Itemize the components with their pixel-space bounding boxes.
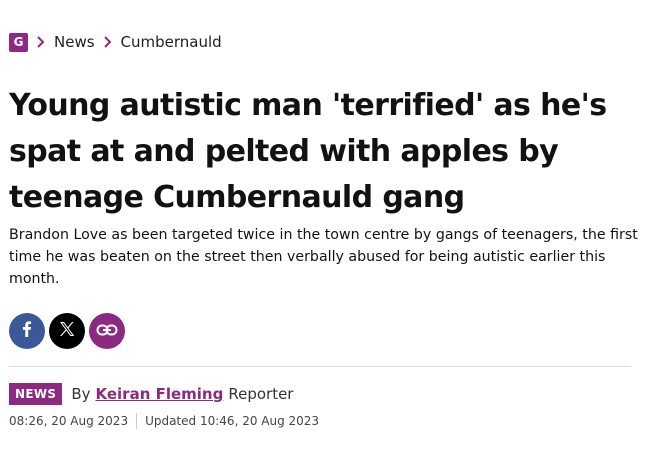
site-logo-letter: G xyxy=(13,35,24,49)
share-buttons xyxy=(9,313,125,349)
author-role: Reporter xyxy=(228,385,294,403)
copy-link-button[interactable] xyxy=(89,313,125,349)
site-logo[interactable]: G xyxy=(9,32,28,52)
article-dates: 08:26, 20 Aug 2023 Updated 10:46, 20 Aug… xyxy=(9,412,319,430)
share-facebook-button[interactable] xyxy=(9,313,45,349)
chevron-right-icon xyxy=(32,33,50,51)
share-x-button[interactable] xyxy=(49,313,85,349)
category-badge[interactable]: NEWS xyxy=(9,383,63,405)
published-date: 08:26, 20 Aug 2023 xyxy=(9,414,129,428)
byline-by-label: By xyxy=(71,385,91,403)
x-icon xyxy=(57,319,77,343)
breadcrumb-cumbernauld-link[interactable]: Cumbernauld xyxy=(121,33,222,51)
byline: NEWS By Keiran Fleming Reporter xyxy=(9,382,293,406)
date-separator xyxy=(136,413,138,429)
divider xyxy=(9,366,631,367)
article-standfirst: Brandon Love as been targeted twice in t… xyxy=(9,227,638,287)
article-page: G News Cumbernauld Young autistic man 't… xyxy=(0,0,646,453)
article-headline: Young autistic man 'terrified' as he's s… xyxy=(9,88,607,215)
author-link[interactable]: Keiran Fleming xyxy=(96,385,224,403)
breadcrumb: G News Cumbernauld xyxy=(9,31,222,53)
facebook-icon xyxy=(17,319,37,343)
updated-date: Updated 10:46, 20 Aug 2023 xyxy=(145,414,320,428)
link-icon xyxy=(96,322,118,341)
chevron-right-icon xyxy=(99,33,117,51)
breadcrumb-news-link[interactable]: News xyxy=(54,33,95,51)
